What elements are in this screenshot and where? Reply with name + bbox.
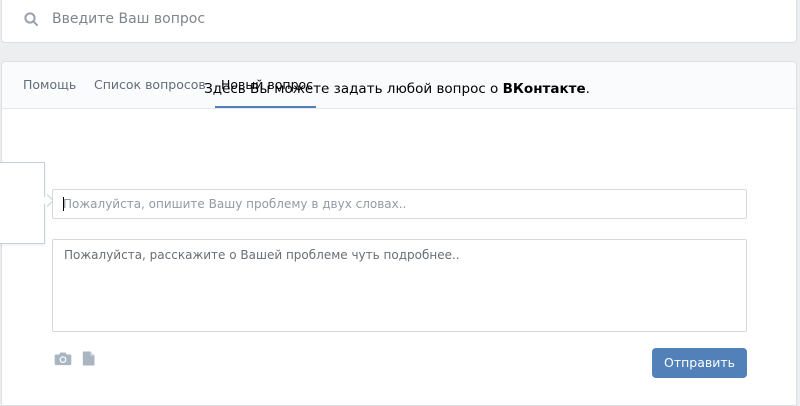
search-bar[interactable]: Введите Ваш вопрос (1, 0, 797, 43)
camera-icon[interactable] (54, 351, 72, 366)
document-icon[interactable] (82, 351, 96, 366)
intro-prefix: Здесь Вы можете задать любой вопрос о (204, 81, 503, 97)
side-tooltip (0, 162, 45, 244)
send-button[interactable]: Отправить (652, 348, 747, 378)
intro-suffix: . (585, 81, 590, 97)
search-input[interactable]: Введите Ваш вопрос (52, 10, 205, 28)
search-icon (24, 12, 38, 26)
question-title-input[interactable]: Пожалуйста, опишите Вашу проблему в двух… (52, 189, 747, 219)
text-caret (63, 197, 64, 211)
intro-brand: ВКонтакте (502, 81, 586, 97)
intro-text: Здесь Вы можете задать любой вопрос о ВК… (0, 81, 794, 97)
active-tab-indicator (215, 106, 316, 108)
question-body-textarea[interactable]: Пожалуйста, расскажите о Вашей проблеме … (52, 239, 747, 332)
